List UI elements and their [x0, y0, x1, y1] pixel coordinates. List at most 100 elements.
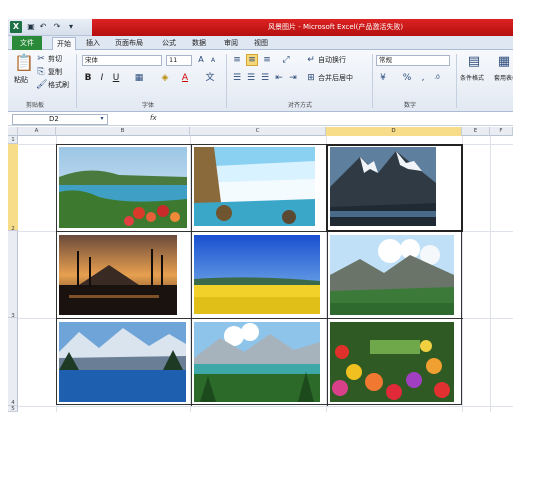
grow-font-icon[interactable]: A	[196, 55, 206, 65]
align-top-icon[interactable]: ≡	[232, 55, 242, 65]
font-color-icon[interactable]: A	[180, 73, 190, 83]
insert-function-button[interactable]: fx	[150, 114, 157, 122]
column-header-c[interactable]: C	[190, 127, 326, 136]
wrap-text-button[interactable]: 自动换行	[318, 55, 346, 65]
row-header-1[interactable]: 1	[8, 136, 18, 144]
conditional-format-button[interactable]: 条件格式	[460, 74, 484, 84]
column-header-a[interactable]: A	[18, 127, 56, 136]
align-middle-icon[interactable]: ≡	[246, 54, 258, 66]
conditional-format-icon[interactable]: ▤	[466, 54, 482, 70]
format-painter-button[interactable]: 格式刷	[48, 80, 69, 90]
name-box-dropdown-icon[interactable]: ▾	[98, 114, 106, 124]
sunset-trees-mountain-image[interactable]	[59, 235, 177, 315]
table-cell[interactable]	[192, 232, 328, 319]
undo-icon[interactable]: ↶	[38, 22, 48, 32]
column-header-d[interactable]: D	[326, 127, 462, 136]
waterfall-image[interactable]	[194, 147, 315, 226]
column-header-b[interactable]: B	[56, 127, 190, 136]
number-format-select[interactable]: 常规	[376, 55, 450, 66]
cut-button[interactable]: 剪切	[48, 54, 62, 64]
excel-logo-icon[interactable]: X	[10, 21, 22, 33]
copy-button[interactable]: 复制	[48, 67, 62, 77]
title-bar: X ▣ ↶ ↷ ▾ 风景图片 - Microsoft Excel(产品激活失败)	[8, 19, 513, 36]
phonetic-icon[interactable]: 文	[204, 73, 216, 83]
bold-button[interactable]: B	[84, 73, 92, 83]
increase-decimal-icon[interactable]: .0	[432, 73, 442, 83]
group-separator	[76, 54, 77, 108]
align-left-icon[interactable]: ☰	[232, 73, 242, 83]
blue-sky-yellow-field-image[interactable]	[194, 235, 320, 314]
decrease-indent-icon[interactable]: ⇤	[274, 73, 284, 83]
row-header-2[interactable]: 2	[8, 144, 18, 232]
alignment-group-label: 对齐方式	[288, 102, 313, 109]
tab-page-layout[interactable]: 页面布局	[112, 37, 146, 50]
formula-input[interactable]	[164, 114, 509, 125]
gridline	[18, 406, 513, 407]
table-cell[interactable]	[57, 319, 192, 406]
table-cell[interactable]	[328, 319, 463, 406]
redo-icon[interactable]: ↷	[52, 22, 62, 32]
table-format-button[interactable]: 套用表格格式	[494, 74, 513, 84]
orientation-icon[interactable]: ⤢	[280, 55, 292, 65]
column-header-f[interactable]: F	[490, 127, 513, 136]
align-right-icon[interactable]: ☰	[260, 73, 270, 83]
row-header-4[interactable]: 4	[8, 318, 18, 406]
shrink-font-icon[interactable]: A	[208, 56, 218, 66]
table-cell[interactable]	[57, 145, 192, 232]
row-headers: 1 2 3 4 5	[8, 136, 18, 412]
gridline	[490, 136, 491, 412]
increase-indent-icon[interactable]: ⇥	[288, 73, 298, 83]
table-cell[interactable]	[192, 145, 328, 232]
select-all-corner[interactable]	[8, 127, 18, 136]
table-cell[interactable]	[192, 319, 328, 406]
align-bottom-icon[interactable]: ≡	[262, 55, 272, 65]
colorful-flower-garden-image[interactable]	[330, 322, 454, 402]
tab-home[interactable]: 开始	[52, 37, 76, 50]
tab-view[interactable]: 视图	[250, 37, 272, 50]
mountains-green-valley-image[interactable]	[330, 235, 454, 315]
tab-file[interactable]: 文件	[12, 36, 42, 50]
table-cell[interactable]	[328, 232, 463, 319]
coastal-lake-with-flowers-image[interactable]	[59, 147, 187, 228]
merge-center-button[interactable]: 合并后居中	[318, 73, 353, 83]
worksheet-grid[interactable]	[18, 136, 513, 412]
tab-insert[interactable]: 插入	[82, 37, 104, 50]
underline-button[interactable]: U	[112, 73, 120, 83]
mountain-lake-forest-image[interactable]	[194, 322, 320, 402]
tab-data[interactable]: 数据	[188, 37, 210, 50]
row-header-3[interactable]: 3	[8, 231, 18, 319]
active-cell-d2[interactable]	[326, 144, 463, 232]
font-size-select[interactable]: 11	[166, 55, 192, 66]
column-header-e[interactable]: E	[462, 127, 490, 136]
border-icon[interactable]: ▦	[134, 73, 144, 83]
table-cell[interactable]	[57, 232, 192, 319]
group-separator	[372, 54, 373, 108]
format-painter-icon[interactable]: 🖌	[36, 80, 47, 90]
group-separator	[226, 54, 227, 108]
font-name-select[interactable]: 宋体	[82, 55, 162, 66]
name-box[interactable]: D2	[12, 114, 108, 125]
column-headers: A B C D E F	[8, 127, 513, 136]
currency-icon[interactable]: ¥	[378, 73, 388, 83]
blue-lake-snowy-mountains-image[interactable]	[59, 322, 186, 402]
wrap-text-icon[interactable]: ↵	[306, 55, 316, 65]
row-header-5[interactable]: 5	[8, 406, 18, 412]
align-center-icon[interactable]: ☰	[246, 73, 256, 83]
cut-icon[interactable]: ✂	[36, 54, 46, 64]
customize-toolbar-icon[interactable]: ▾	[66, 22, 76, 32]
excel-window: X ▣ ↶ ↷ ▾ 风景图片 - Microsoft Excel(产品激活失败)…	[0, 0, 557, 412]
merge-center-icon[interactable]: ⊞	[306, 73, 316, 83]
tab-formulas[interactable]: 公式	[158, 37, 180, 50]
group-separator	[456, 54, 457, 108]
percent-button[interactable]: %	[402, 73, 412, 83]
ribbon-tabs: 文件 开始 插入 页面布局 公式 数据 审阅 视图	[8, 36, 513, 50]
copy-icon[interactable]: ⎘	[36, 67, 46, 77]
paste-button[interactable]: 粘贴	[14, 75, 28, 85]
table-format-icon[interactable]: ▦	[496, 54, 512, 70]
tab-review[interactable]: 审阅	[220, 37, 242, 50]
save-icon[interactable]: ▣	[26, 22, 36, 32]
italic-button[interactable]: I	[98, 73, 106, 83]
paste-icon[interactable]: 📋	[14, 54, 34, 72]
comma-button[interactable]: ,	[418, 73, 428, 83]
fill-color-icon[interactable]: ◈	[160, 73, 170, 83]
